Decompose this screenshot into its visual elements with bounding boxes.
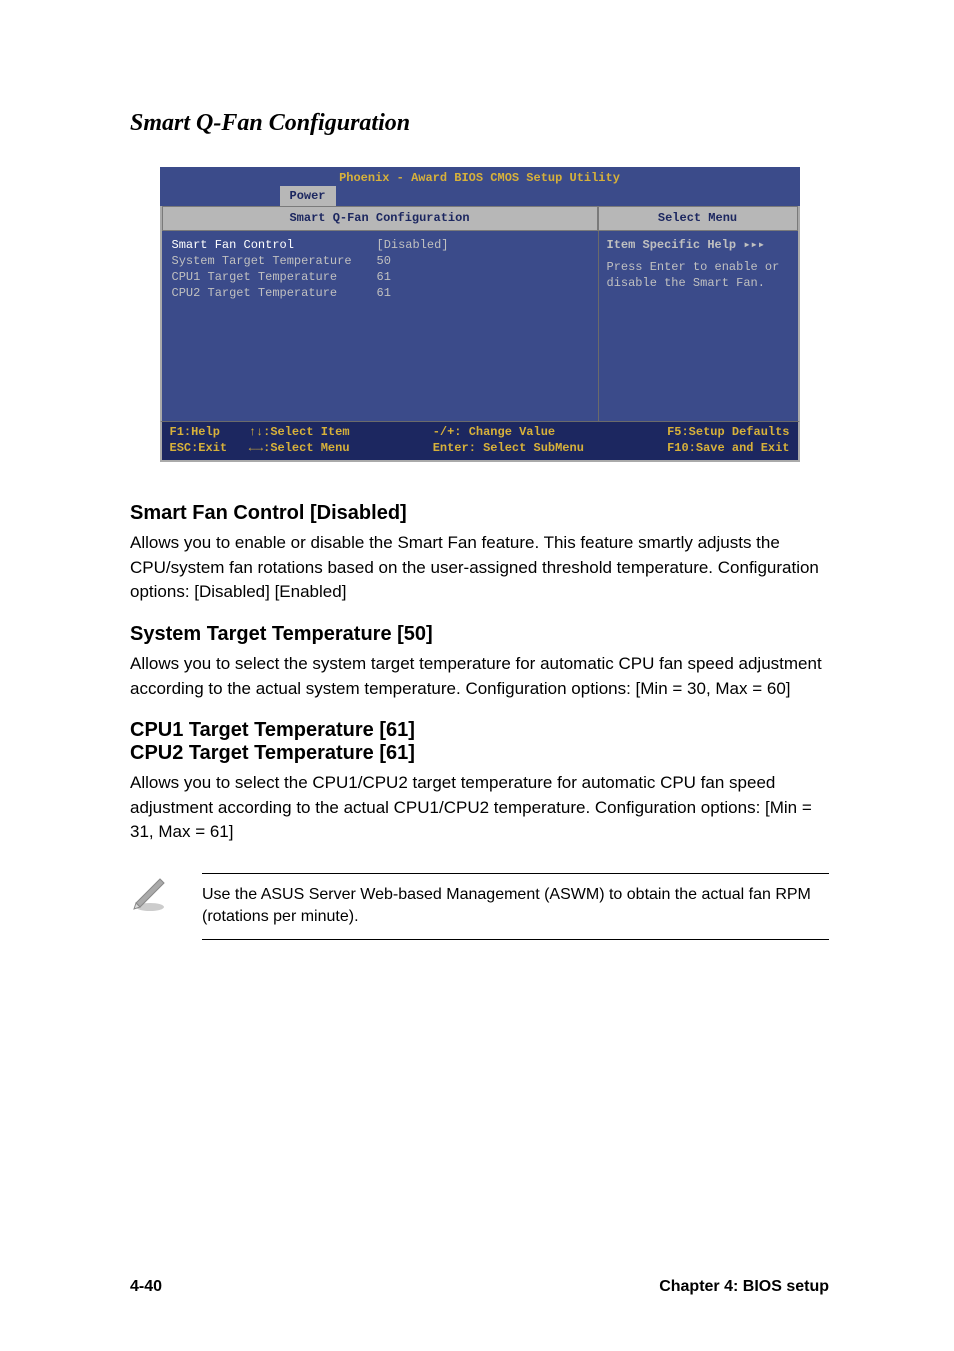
section-body: Allows you to enable or disable the Smar… (130, 531, 829, 605)
bios-setting-value: 61 (377, 269, 391, 285)
bios-help-title: Item Specific Help ▸▸▸ (607, 237, 790, 253)
page-title: Smart Q-Fan Configuration (130, 110, 829, 137)
section-body: Allows you to select the system target t… (130, 652, 829, 701)
chapter-label: Chapter 4: BIOS setup (659, 1278, 829, 1296)
bios-setting-value: [Disabled] (377, 237, 449, 253)
page-footer: 4-40 Chapter 4: BIOS setup (130, 1278, 829, 1296)
section-heading: System Target Temperature [50] (130, 623, 829, 646)
section-body: Allows you to select the CPU1/CPU2 targe… (130, 771, 829, 845)
bios-setting-label: Smart Fan Control (172, 237, 377, 253)
bios-setting-row: CPU2 Target Temperature 61 (172, 285, 588, 301)
bios-tab-power: Power (280, 186, 336, 206)
bios-setting-label: CPU1 Target Temperature (172, 269, 377, 285)
bios-setting-value: 61 (377, 285, 391, 301)
note-text: Use the ASUS Server Web-based Management… (202, 873, 829, 940)
bios-setting-label: CPU2 Target Temperature (172, 285, 377, 301)
bios-setting-label: System Target Temperature (172, 253, 377, 269)
bios-help-text: Press Enter to enable or disable the Sma… (607, 259, 790, 291)
bios-setting-row: System Target Temperature 50 (172, 253, 588, 269)
bios-settings-panel: Smart Fan Control [Disabled] System Targ… (162, 231, 598, 421)
bios-tab-row: Power (160, 186, 800, 206)
page-number: 4-40 (130, 1278, 162, 1296)
bios-footer-col2: -/+: Change Value Enter: Select SubMenu (433, 424, 584, 456)
section-heading: Smart Fan Control [Disabled] (130, 502, 829, 525)
bios-setting-row: Smart Fan Control [Disabled] (172, 237, 588, 253)
bios-setting-row: CPU1 Target Temperature 61 (172, 269, 588, 285)
bios-right-header: Select Menu (598, 206, 798, 230)
bios-setting-value: 50 (377, 253, 391, 269)
bios-footer-col1: F1:Help ↑↓:Select Item ESC:Exit ←→:Selec… (170, 424, 350, 456)
bios-help-panel: Item Specific Help ▸▸▸ Press Enter to en… (598, 231, 798, 421)
bios-screenshot: Phoenix - Award BIOS CMOS Setup Utility … (160, 167, 800, 462)
bios-top-title: Phoenix - Award BIOS CMOS Setup Utility (160, 167, 800, 186)
bios-left-header: Smart Q-Fan Configuration (162, 206, 598, 230)
pencil-note-icon (130, 873, 174, 918)
bios-footer-col3: F5:Setup Defaults F10:Save and Exit (667, 424, 789, 456)
section-heading: CPU1 Target Temperature [61] CPU2 Target… (130, 719, 829, 765)
note-block: Use the ASUS Server Web-based Management… (130, 873, 829, 940)
bios-footer: F1:Help ↑↓:Select Item ESC:Exit ←→:Selec… (160, 421, 800, 462)
